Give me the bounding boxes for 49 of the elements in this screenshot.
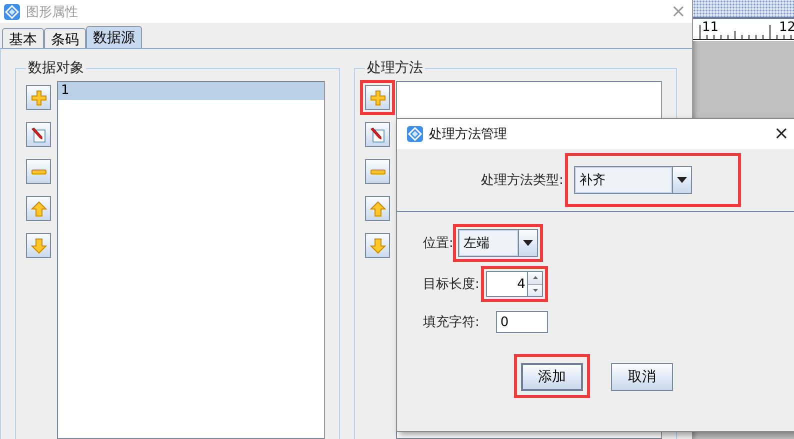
up-arrow-icon — [30, 200, 46, 216]
tool-button[interactable] — [26, 85, 51, 110]
spin-up-button[interactable] — [528, 272, 542, 284]
dropdown-value: 补齐 — [575, 167, 672, 193]
field-label: 处理方法类型: — [481, 172, 564, 189]
edit-document-icon — [30, 126, 46, 142]
field-label: 填充字符: — [423, 314, 480, 331]
ruler-label: 12 — [779, 20, 794, 35]
field-label: 目标长度: — [423, 276, 480, 293]
tab[interactable]: 数据源 — [86, 26, 142, 48]
tool-button[interactable] — [26, 196, 51, 221]
caret-icon — [523, 240, 534, 246]
plus-icon — [30, 90, 46, 106]
close-button[interactable]: × — [774, 125, 789, 143]
tool-button[interactable] — [26, 122, 51, 147]
tool-button[interactable] — [365, 85, 390, 110]
plus-icon — [370, 90, 386, 106]
list-item[interactable]: 1 — [58, 82, 324, 100]
dropdown[interactable]: 左端 — [458, 229, 538, 257]
dialog-button[interactable]: 取消 — [611, 363, 673, 391]
tool-button[interactable] — [365, 159, 390, 184]
spin-down-button[interactable] — [528, 284, 542, 296]
field-label: 位置: — [423, 235, 454, 252]
tab[interactable]: 基本 — [2, 28, 44, 48]
tool-button[interactable] — [365, 196, 390, 221]
window-title: 图形属性 — [26, 4, 79, 20]
tool-button[interactable] — [26, 233, 51, 258]
down-arrow-icon — [370, 238, 386, 254]
up-arrow-icon — [370, 200, 386, 216]
dialog-title: 处理方法管理 — [429, 126, 508, 143]
dialog-button[interactable]: 添加 — [521, 363, 583, 391]
input-field[interactable]: 0 — [496, 311, 548, 333]
tool-button[interactable] — [26, 159, 51, 184]
caret-down-icon — [532, 288, 538, 292]
dropdown[interactable]: 补齐 — [574, 166, 692, 194]
down-arrow-icon — [30, 238, 46, 254]
app-logo-icon — [4, 4, 20, 20]
edit-document-icon — [370, 126, 386, 142]
dropdown-value: 左端 — [459, 230, 518, 256]
caret-icon — [677, 177, 688, 183]
number-spinner[interactable]: 4 — [486, 271, 544, 297]
group-title: 处理方法 — [366, 59, 424, 77]
caret-up-icon — [532, 276, 538, 280]
tab[interactable]: 条码 — [44, 28, 86, 48]
tool-button[interactable] — [365, 122, 390, 147]
ruler-label: 11 — [702, 20, 719, 35]
tool-button[interactable] — [365, 233, 390, 258]
app-logo-icon — [407, 126, 423, 142]
group-title: 数据对象 — [27, 59, 85, 77]
